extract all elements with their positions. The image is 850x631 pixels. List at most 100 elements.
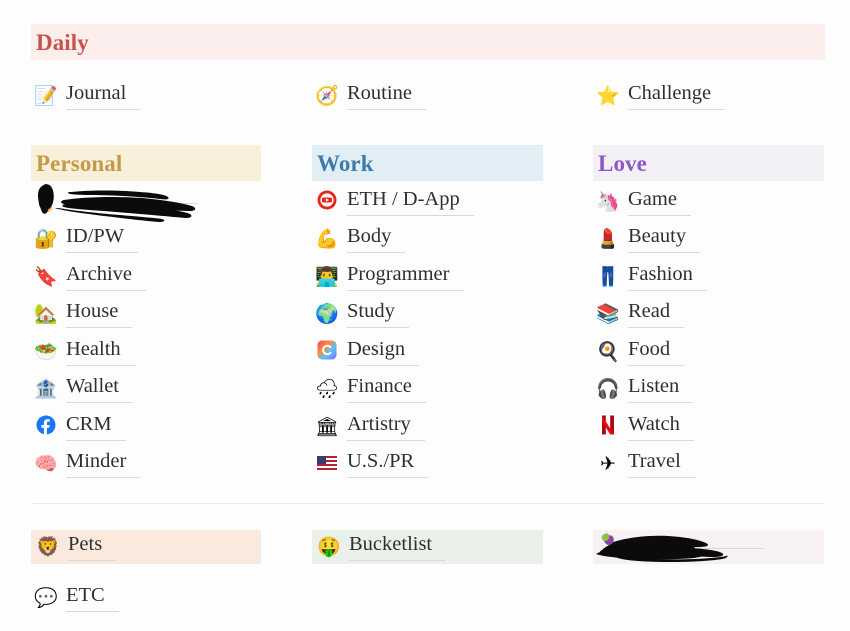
section-title-love: Love [598, 150, 647, 176]
item-study[interactable]: 🌍 Study [315, 298, 409, 330]
compass-icon: 🧭 [315, 84, 339, 107]
item-finance[interactable]: 🌧 Finance [315, 373, 426, 405]
item-house[interactable]: 🏡 House [34, 298, 133, 330]
globe-icon: 🌍 [315, 302, 339, 325]
creative-cloud-icon [315, 340, 339, 364]
item-label-wallet: Wallet [66, 375, 133, 403]
item-artistry[interactable]: 🏛 Artistry [315, 411, 425, 443]
item-health[interactable]: 🥗 Health [34, 336, 135, 368]
item-label-programmer: Programmer [347, 263, 464, 291]
airplane-icon: ✈ [600, 452, 616, 475]
item-bucketlist[interactable]: 🤑 Bucketlist [312, 530, 543, 564]
notion-dashboard: Daily 📝 Journal 🧭 Routine ⭐ Challenge Pe… [0, 0, 850, 631]
speech-balloon-icon: 💬 [34, 586, 58, 609]
item-us-pr[interactable]: U.S./PR [315, 448, 429, 480]
money-mouth-face-icon: 🤑 [317, 535, 341, 558]
item-beauty[interactable]: 💄 Beauty [596, 223, 701, 255]
classical-building-icon: 🏛 [315, 415, 340, 438]
item-label-artistry: Artistry [347, 413, 425, 441]
item-label-design: Design [347, 338, 420, 366]
lion-icon: 🦁 [36, 535, 60, 558]
item-label-study: Study [347, 300, 409, 328]
flexed-biceps-icon: 💪 [315, 227, 339, 250]
item-pets[interactable]: 🦁 Pets [31, 530, 261, 564]
memo-icon: 📝 [34, 84, 58, 107]
item-label-routine: Routine [347, 82, 426, 110]
item-fashion[interactable]: 👖 Fashion [596, 261, 707, 293]
item-label-challenge: Challenge [628, 82, 726, 110]
item-label-health: Health [66, 338, 135, 366]
item-label-pets: Pets [68, 533, 117, 561]
item-label-us-pr: U.S./PR [347, 450, 429, 478]
item-game[interactable]: 🦄 Game [596, 186, 691, 218]
section-header-daily: Daily [31, 24, 825, 60]
item-challenge[interactable]: ⭐ Challenge [596, 80, 726, 112]
rain-cloud-icon: 🌧 [315, 377, 340, 400]
star-icon: ⭐ [596, 84, 620, 107]
salad-icon: 🥗 [34, 340, 58, 363]
brain-icon: 🧠 [34, 452, 58, 475]
section-header-personal: Personal [31, 145, 261, 181]
technologist-icon: 👨‍💻 [315, 265, 339, 288]
item-label-watch: Watch [628, 413, 694, 441]
item-label-beauty: Beauty [628, 225, 701, 253]
item-personal-redacted[interactable]: 🏅 [34, 186, 198, 218]
netflix-icon [596, 415, 620, 439]
bookmark-icon: 🔖 [34, 265, 58, 288]
item-eth-dapp[interactable]: ETH / D-App [315, 186, 474, 218]
section-header-work: Work [312, 145, 543, 181]
item-label-game: Game [628, 188, 691, 216]
item-archive[interactable]: 🔖 Archive [34, 261, 147, 293]
item-label-id-pw: ID/PW [66, 225, 139, 253]
item-label-fashion: Fashion [628, 263, 707, 291]
item-label-body: Body [347, 225, 406, 253]
unicorn-icon: 🦄 [596, 190, 620, 213]
section-title-personal: Personal [36, 150, 123, 176]
locked-key-icon: 🔐 [34, 227, 58, 250]
jeans-icon: 👖 [596, 265, 620, 288]
item-bottom-redacted[interactable] [593, 530, 824, 564]
item-programmer[interactable]: 👨‍💻 Programmer [315, 261, 464, 293]
item-label-bucketlist: Bucketlist [349, 533, 447, 561]
item-travel[interactable]: ✈ Travel [596, 448, 695, 480]
item-label-minder: Minder [66, 450, 141, 478]
item-label-personal-redacted [66, 200, 198, 204]
item-body[interactable]: 💪 Body [315, 223, 406, 255]
section-title-work: Work [317, 150, 374, 176]
section-header-love: Love [593, 145, 824, 181]
facebook-icon [34, 415, 58, 439]
item-minder[interactable]: 🧠 Minder [34, 448, 141, 480]
item-label-food: Food [628, 338, 685, 366]
item-label-archive: Archive [66, 263, 147, 291]
item-crm[interactable]: CRM [34, 411, 126, 443]
us-flag-icon [315, 455, 339, 474]
item-label-bottom-redacted [630, 545, 764, 549]
item-label-crm: CRM [66, 413, 126, 441]
youtube-play-icon [315, 190, 339, 214]
item-label-listen: Listen [628, 375, 694, 403]
item-food[interactable]: 🍳 Food [596, 336, 685, 368]
item-label-journal: Journal [66, 82, 141, 110]
lipstick-icon: 💄 [596, 227, 620, 250]
item-label-eth-dapp: ETH / D-App [347, 188, 474, 216]
cooking-pan-icon: 🍳 [596, 340, 620, 363]
house-icon: 🏡 [34, 302, 58, 325]
item-routine[interactable]: 🧭 Routine [315, 80, 426, 112]
item-id-pw[interactable]: 🔐 ID/PW [34, 223, 139, 255]
item-wallet[interactable]: 🏦 Wallet [34, 373, 133, 405]
item-etc[interactable]: 💬 ETC [34, 582, 119, 614]
bank-icon: 🏦 [34, 377, 58, 400]
item-label-read: Read [628, 300, 685, 328]
section-title-daily: Daily [36, 29, 89, 55]
item-read[interactable]: 📚 Read [596, 298, 685, 330]
redacted-icon: 🏅 [34, 190, 58, 213]
item-label-etc: ETC [66, 584, 119, 612]
item-design[interactable]: Design [315, 336, 420, 368]
item-label-travel: Travel [628, 450, 695, 478]
headphones-icon: 🎧 [596, 377, 620, 400]
item-journal[interactable]: 📝 Journal [34, 80, 141, 112]
item-watch[interactable]: Watch [596, 411, 694, 443]
item-listen[interactable]: 🎧 Listen [596, 373, 694, 405]
item-label-house: House [66, 300, 133, 328]
books-icon: 📚 [596, 302, 620, 325]
